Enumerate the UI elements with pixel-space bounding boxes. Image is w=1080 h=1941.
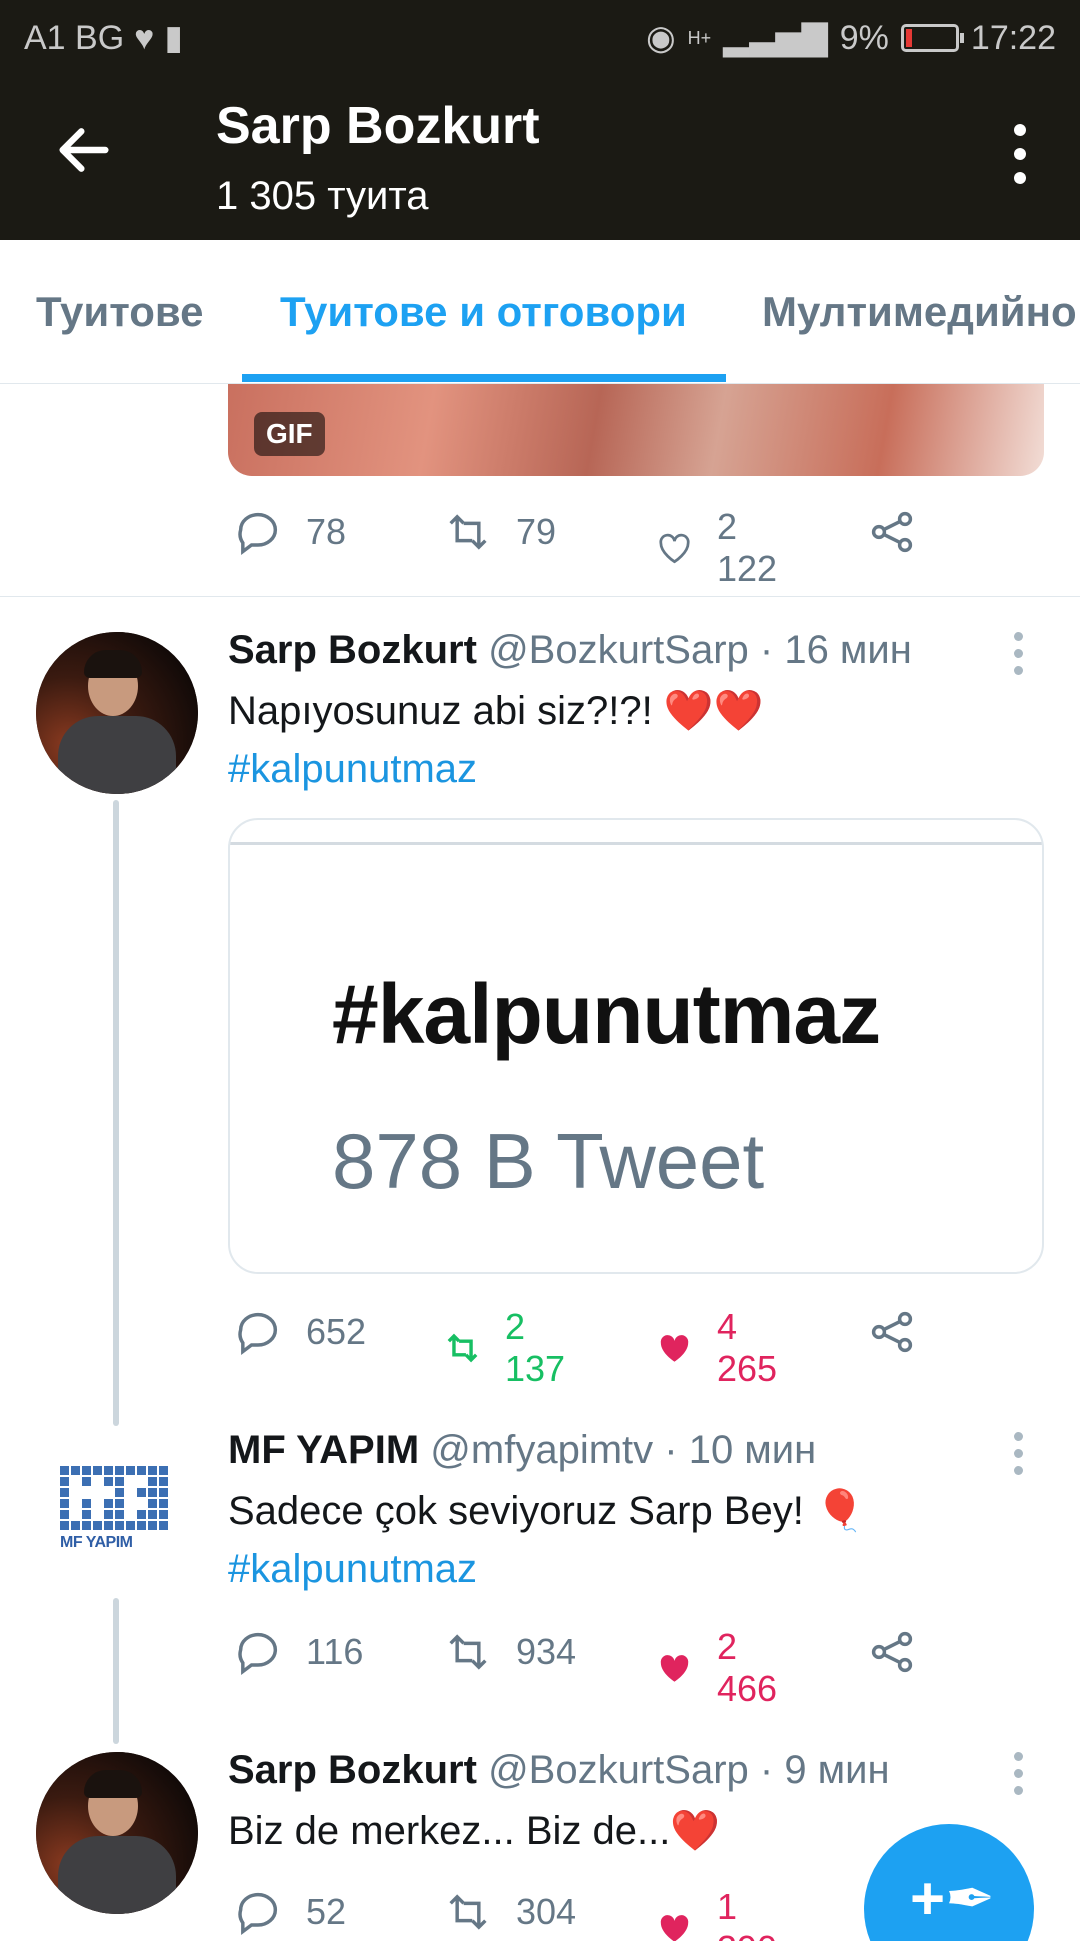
author-handle: @BozkurtSarp <box>488 628 749 672</box>
network-type: H+ <box>687 27 712 48</box>
reply-count: 52 <box>306 1891 347 1932</box>
compose-tweet-button[interactable]: +✒ <box>864 1824 1034 1941</box>
hashtag-link[interactable]: #kalpunutmaz <box>228 1540 865 1598</box>
tweet-menu-icon[interactable] <box>1014 1752 1026 1803</box>
health-icon: ♥ <box>134 18 155 57</box>
tweet-body: Napıyosunuz abi siz?!?! ❤️❤️ <box>228 689 764 733</box>
author-name[interactable]: Sarp Bozkurt <box>228 628 477 672</box>
share-icon <box>871 1631 913 1673</box>
status-bar: A1 BG ♥ ▮ ◉ H+ ▂▃▅▇ 9% 17:22 <box>0 0 1080 74</box>
share-icon <box>871 511 913 553</box>
like-button[interactable]: 1 390 <box>654 1886 788 1941</box>
embed-hashtag: #kalpunutmaz <box>332 967 881 1061</box>
heart-filled-icon <box>660 1335 689 1362</box>
like-count: 2 466 <box>717 1626 778 1709</box>
heart-filled-icon <box>660 1915 689 1941</box>
battery-percent: 9% <box>839 18 889 57</box>
reply-button[interactable]: 116 <box>232 1626 363 1678</box>
eye-icon: ◉ <box>645 19 676 57</box>
tweet-menu-icon[interactable] <box>1014 632 1026 683</box>
profile-title: Sarp Bozkurt <box>216 97 540 155</box>
compose-icon: +✒ <box>910 1865 996 1932</box>
thread-line <box>113 800 119 1426</box>
app-bar: Sarp Bozkurt 1 305 туита <box>0 74 1080 240</box>
mf-yapim-logo[interactable]: MF YAPIM <box>60 1466 170 1566</box>
tab-tweets[interactable]: Туитове <box>36 288 204 336</box>
like-count: 1 390 <box>717 1886 777 1941</box>
retweet-count: 2 137 <box>505 1306 566 1389</box>
retweet-icon <box>449 1634 487 1670</box>
share-button[interactable] <box>866 506 918 558</box>
thread-line <box>113 1598 119 1744</box>
retweet-icon <box>449 514 487 550</box>
gif-badge: GIF <box>254 412 325 456</box>
reply-icon <box>238 1892 278 1935</box>
tweet-count: 1 305 туита <box>216 174 429 218</box>
heart-icon <box>659 533 690 564</box>
clock: 17:22 <box>970 18 1056 57</box>
tweet-time: · 9 мин <box>759 1748 890 1792</box>
author-name[interactable]: Sarp Bozkurt <box>228 1748 477 1792</box>
retweet-count: 934 <box>516 1631 577 1672</box>
tab-media[interactable]: Мултимедийно <box>762 288 1077 336</box>
like-button[interactable]: 2 466 <box>654 1626 788 1710</box>
avatar[interactable] <box>36 1752 198 1914</box>
embed-count: 878 B Tweet <box>332 1117 765 1205</box>
tab-tweets-and-replies[interactable]: Туитове и отговори <box>280 288 687 336</box>
more-options-icon[interactable] <box>1008 124 1032 188</box>
retweet-button[interactable]: 2 137 <box>442 1306 576 1390</box>
reply-button[interactable]: 78 <box>232 506 346 558</box>
logo-label: MF YAPIM <box>60 1534 133 1551</box>
retweet-button[interactable]: 304 <box>442 1886 576 1938</box>
reply-button[interactable]: 52 <box>232 1886 346 1938</box>
share-button[interactable] <box>866 1626 918 1678</box>
retweet-button[interactable]: 79 <box>442 506 556 558</box>
gif-media[interactable]: GIF <box>228 384 1044 476</box>
carrier-label: A1 BG <box>24 18 125 57</box>
tweet-header: Sarp Bozkurt @BozkurtSarp · 16 мин <box>228 628 912 673</box>
like-count: 2 122 <box>717 506 778 589</box>
tweet-text: Biz de merkez... Biz de...❤️ <box>228 1802 720 1860</box>
retweet-icon <box>449 1894 487 1930</box>
share-icon <box>871 1311 913 1353</box>
signal-icon: ▂▃▅▇ <box>723 19 828 57</box>
hashtag-link[interactable]: #kalpunutmaz <box>228 740 763 798</box>
active-tab-indicator <box>242 374 726 382</box>
tweet-header: MF YAPIM @mfyapimtv · 10 мин <box>228 1428 816 1473</box>
tweet-header: Sarp Bozkurt @BozkurtSarp · 9 мин <box>228 1748 890 1793</box>
retweet-count: 79 <box>516 511 557 552</box>
profile-tabs: Туитове Туитове и отговори Мултимедийно <box>0 240 1080 384</box>
heart-filled-icon <box>660 1655 689 1682</box>
author-name[interactable]: MF YAPIM <box>228 1428 419 1472</box>
tweet-menu-icon[interactable] <box>1014 1432 1026 1483</box>
retweet-icon <box>447 1333 478 1363</box>
reply-icon <box>238 1632 278 1675</box>
back-arrow-icon[interactable] <box>52 118 116 182</box>
share-button[interactable] <box>866 1306 918 1358</box>
reply-icon <box>238 512 278 555</box>
tweet-text: Napıyosunuz abi siz?!?! ❤️❤️ #kalpunutma… <box>228 682 763 798</box>
author-handle: @mfyapimtv <box>430 1428 654 1472</box>
like-button[interactable]: 4 265 <box>654 1306 788 1390</box>
reply-icon <box>238 1312 278 1355</box>
tweet-time: · 10 мин <box>664 1428 817 1472</box>
avatar[interactable] <box>36 632 198 794</box>
reply-count: 78 <box>306 511 347 552</box>
like-button[interactable]: 2 122 <box>654 506 788 590</box>
author-handle: @BozkurtSarp <box>488 1748 749 1792</box>
like-count: 4 265 <box>717 1306 778 1389</box>
embedded-image[interactable]: #kalpunutmaz 878 B Tweet <box>228 818 1044 1274</box>
reply-button[interactable]: 652 <box>232 1306 366 1358</box>
tweet-divider <box>0 596 1080 597</box>
battery-icon <box>900 24 964 52</box>
tweet-time: · 16 мин <box>759 628 912 672</box>
tweet-body: Biz de merkez... Biz de...❤️ <box>228 1809 721 1853</box>
tweet-body: Sadece çok seviyoruz Sarp Bey! 🎈 <box>228 1489 865 1533</box>
retweet-button[interactable]: 934 <box>442 1626 576 1678</box>
reply-count: 652 <box>306 1311 367 1352</box>
storage-icon: ▮ <box>164 19 184 57</box>
reply-count: 116 <box>306 1631 364 1672</box>
retweet-count: 304 <box>516 1891 577 1932</box>
tweet-text: Sadece çok seviyoruz Sarp Bey! 🎈 #kalpun… <box>228 1482 865 1598</box>
